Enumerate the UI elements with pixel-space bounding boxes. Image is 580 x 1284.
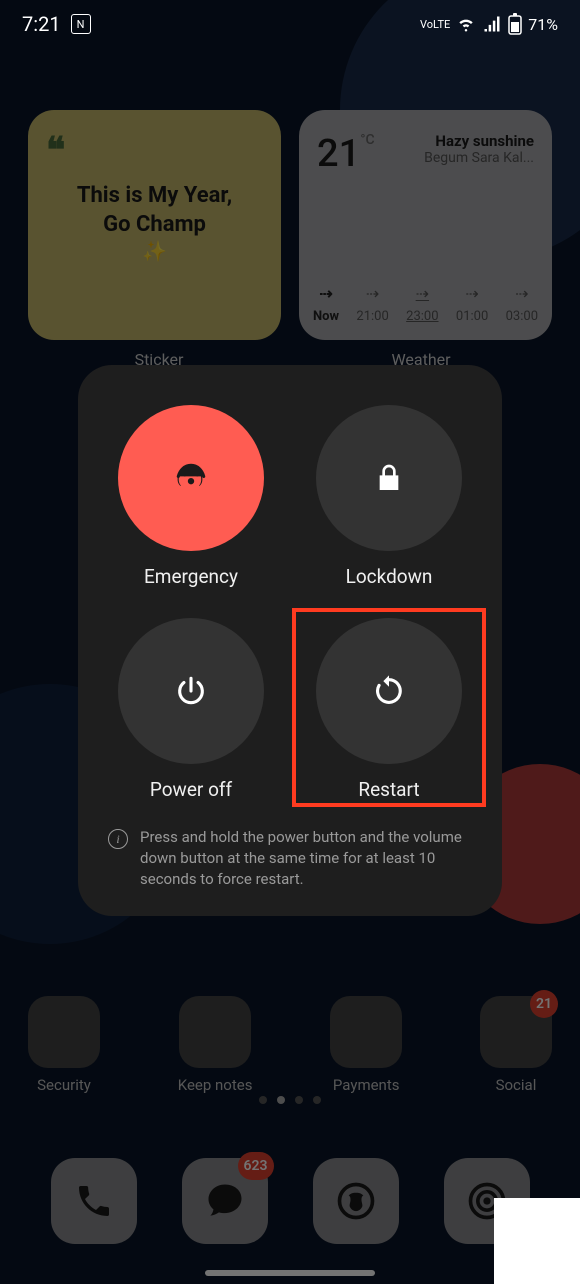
- power-label: Power off: [150, 778, 232, 801]
- wifi-icon: [456, 14, 476, 34]
- power-restart[interactable]: Restart: [302, 618, 476, 801]
- status-app-icon: N: [71, 14, 91, 34]
- restart-highlight: [292, 608, 486, 807]
- power-emergency[interactable]: () Emergency: [104, 405, 278, 588]
- power-lockdown[interactable]: Lockdown: [302, 405, 476, 588]
- force-restart-hint: i Press and hold the power button and th…: [104, 827, 476, 890]
- svg-text:(: (: [177, 472, 182, 487]
- power-icon: [118, 618, 264, 764]
- power-poweroff[interactable]: Power off: [104, 618, 278, 801]
- svg-text:): ): [199, 472, 203, 487]
- status-time: 7:21: [22, 12, 61, 36]
- power-label: Emergency: [144, 565, 238, 588]
- signal-icon: [482, 14, 502, 34]
- emergency-icon: (): [118, 405, 264, 551]
- lock-icon: [316, 405, 462, 551]
- power-menu: () Emergency Lockdown Power off Restart i Pr…: [78, 365, 502, 916]
- power-label: Lockdown: [346, 565, 433, 588]
- battery-text: 71%: [528, 15, 558, 34]
- status-bar: 7:21 N VoLTE 71%: [0, 12, 580, 36]
- volte-icon: VoLTE: [420, 19, 450, 30]
- battery-icon: [508, 13, 522, 35]
- power-grid: () Emergency Lockdown Power off Restart: [104, 405, 476, 801]
- info-icon: i: [108, 829, 128, 849]
- white-square-overlay: [494, 1198, 580, 1284]
